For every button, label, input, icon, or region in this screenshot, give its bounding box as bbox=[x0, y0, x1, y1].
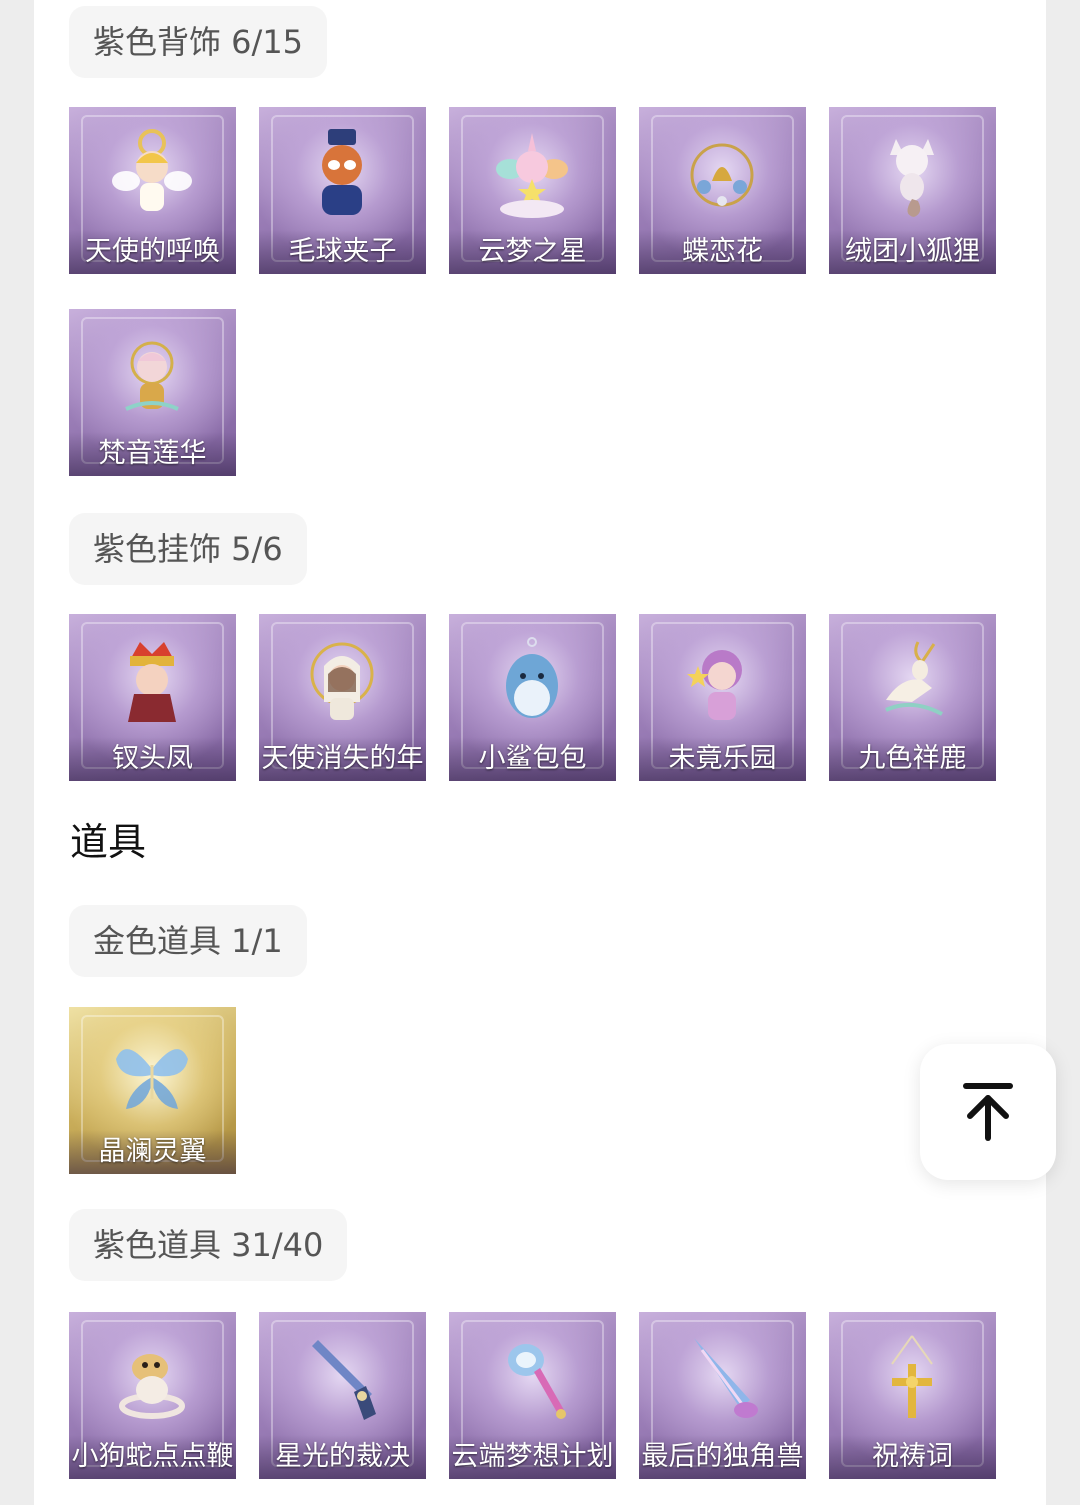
item-tile[interactable]: 绒团小狐狸 bbox=[829, 107, 996, 274]
item-label: 祝祷词 bbox=[829, 1435, 996, 1479]
section-title-props: 道具 bbox=[70, 820, 147, 864]
item-tile[interactable]: 小鲨包包 bbox=[449, 614, 616, 781]
deer-charm-icon bbox=[885, 641, 943, 716]
item-label: 晶澜灵翼 bbox=[69, 1130, 236, 1174]
lotus-figure-icon bbox=[125, 341, 179, 411]
item-label: 九色祥鹿 bbox=[829, 737, 996, 781]
category-chip-purple-hanging[interactable]: 紫色挂饰 5/6 bbox=[69, 513, 307, 585]
item-tile[interactable]: 蝶恋花 bbox=[639, 107, 806, 274]
dream-girl-icon bbox=[687, 650, 742, 720]
unicorn-horn-icon bbox=[694, 1338, 758, 1418]
phoenix-crown-doll-icon bbox=[128, 642, 176, 722]
cloud-scepter-icon bbox=[508, 1344, 566, 1419]
item-tile[interactable]: 晶澜灵翼 bbox=[69, 1007, 236, 1174]
shark-bag-icon bbox=[506, 637, 558, 718]
item-tile[interactable]: 天使消失的年 bbox=[259, 614, 426, 781]
item-tile[interactable]: 祝祷词 bbox=[829, 1312, 996, 1479]
item-tile[interactable]: 云梦之星 bbox=[449, 107, 616, 274]
item-tile[interactable]: 云端梦想计划 bbox=[449, 1312, 616, 1479]
fox-plush-icon bbox=[890, 139, 934, 217]
item-tile[interactable]: 小狗蛇点点鞭 bbox=[69, 1312, 236, 1479]
item-label: 未竟乐园 bbox=[639, 737, 806, 781]
item-tile[interactable]: 最后的独角兽 bbox=[639, 1312, 806, 1479]
starlight-gun-icon bbox=[312, 1340, 376, 1420]
item-tile[interactable]: 九色祥鹿 bbox=[829, 614, 996, 781]
item-label: 小鲨包包 bbox=[449, 737, 616, 781]
item-tile[interactable]: 天使的呼唤 bbox=[69, 107, 236, 274]
angel-girl-icon bbox=[310, 642, 374, 720]
item-label: 天使的呼唤 bbox=[69, 230, 236, 274]
item-tile[interactable]: 未竟乐园 bbox=[639, 614, 806, 781]
category-chip-gold-props[interactable]: 金色道具 1/1 bbox=[69, 905, 307, 977]
item-tile[interactable]: 钗头凤 bbox=[69, 614, 236, 781]
item-tile[interactable]: 星光的裁决 bbox=[259, 1312, 426, 1479]
raccoon-clip-icon bbox=[322, 129, 362, 215]
item-label: 小狗蛇点点鞭 bbox=[69, 1435, 236, 1479]
item-label: 最后的独角兽 bbox=[639, 1435, 806, 1479]
category-chip-purple-back[interactable]: 紫色背饰 6/15 bbox=[69, 6, 328, 78]
item-label: 天使消失的年 bbox=[259, 737, 426, 781]
category-chip-purple-props[interactable]: 紫色道具 31/40 bbox=[69, 1209, 348, 1281]
item-tile[interactable]: 毛球夹子 bbox=[259, 107, 426, 274]
item-label: 云梦之星 bbox=[449, 230, 616, 274]
arrow-up-to-line-icon bbox=[963, 1083, 1013, 1141]
item-label: 星光的裁决 bbox=[259, 1435, 426, 1479]
item-label: 毛球夹子 bbox=[259, 230, 426, 274]
item-label: 云端梦想计划 bbox=[449, 1435, 616, 1479]
cross-pendant-icon bbox=[891, 1335, 933, 1418]
snake-whip-icon bbox=[119, 1354, 185, 1419]
item-label: 绒团小狐狸 bbox=[829, 230, 996, 274]
flower-bell-icon bbox=[690, 143, 754, 207]
angel-figure-icon bbox=[112, 129, 192, 211]
item-label: 蝶恋花 bbox=[639, 230, 806, 274]
item-label: 梵音莲华 bbox=[69, 432, 236, 476]
crystal-wings-icon bbox=[116, 1049, 188, 1109]
back-to-top-button[interactable] bbox=[920, 1044, 1056, 1180]
item-tile[interactable]: 梵音莲华 bbox=[69, 309, 236, 476]
item-label: 钗头凤 bbox=[69, 737, 236, 781]
collection-page: 紫色背饰 6/15 天使的呼唤 毛球夹子 云梦之星 蝶恋花 绒团小狐狸 梵音莲华… bbox=[34, 0, 1046, 1505]
unicorn-cloud-icon bbox=[496, 133, 568, 218]
